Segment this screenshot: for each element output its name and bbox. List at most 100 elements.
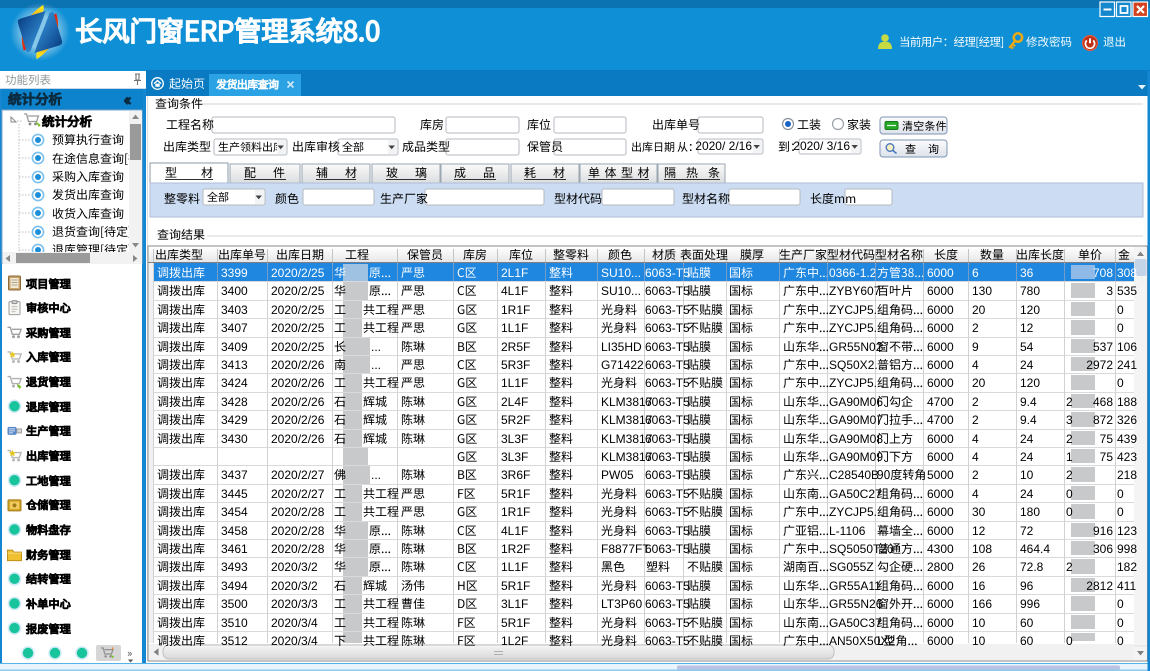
svg-text:5R1F: 5R1F	[501, 487, 530, 501]
svg-text:1R2F: 1R2F	[501, 542, 530, 556]
svg-text:1: 1	[1066, 450, 1073, 464]
svg-text:5R2F: 5R2F	[501, 413, 530, 427]
svg-text:6063-T5: 6063-T5	[645, 597, 690, 611]
svg-text:2020/2/25: 2020/2/25	[271, 340, 325, 354]
svg-text:3445: 3445	[221, 487, 248, 501]
svg-text:3494: 3494	[221, 579, 248, 593]
svg-text:24: 24	[1020, 432, 1034, 446]
svg-text:108: 108	[972, 542, 992, 556]
svg-text:ZYCJP5...: ZYCJP5...	[829, 505, 884, 519]
svg-text:GR55N26: GR55N26	[829, 597, 883, 611]
svg-text:ZYBY607: ZYBY607	[829, 284, 881, 298]
svg-text:2812: 2812	[1086, 579, 1113, 593]
svg-text:C28540B: C28540B	[829, 468, 879, 482]
svg-text:6063-T5: 6063-T5	[645, 284, 690, 298]
svg-text:916: 916	[1093, 524, 1113, 538]
svg-text:60: 60	[1020, 616, 1034, 630]
svg-text:6000: 6000	[927, 376, 954, 390]
svg-text:GA50C27: GA50C27	[829, 487, 882, 501]
svg-text:24: 24	[1020, 487, 1034, 501]
svg-text:2020/3/4: 2020/3/4	[271, 634, 318, 648]
svg-text:6063-T5: 6063-T5	[645, 542, 690, 556]
svg-text:...: ...	[371, 468, 381, 482]
svg-text:3: 3	[1066, 413, 1073, 427]
svg-text:2020/2/25: 2020/2/25	[271, 303, 325, 317]
svg-text:2020/3/3: 2020/3/3	[271, 597, 318, 611]
svg-text:120: 120	[1020, 376, 1040, 390]
svg-text:3413: 3413	[221, 358, 248, 372]
svg-text:3R6F: 3R6F	[501, 468, 530, 482]
svg-text:4700: 4700	[927, 395, 954, 409]
svg-text:GA90M06.: GA90M06.	[829, 395, 886, 409]
svg-text:1L2F: 1L2F	[501, 634, 528, 648]
svg-text:6000: 6000	[927, 321, 954, 335]
svg-text:0: 0	[1117, 616, 1124, 630]
svg-text:120: 120	[1020, 303, 1040, 317]
svg-text:GA50C37: GA50C37	[829, 616, 882, 630]
svg-text:9: 9	[972, 340, 979, 354]
svg-text:0: 0	[1066, 487, 1073, 501]
svg-text:708: 708	[1093, 266, 1113, 280]
svg-text:2020/2/25: 2020/2/25	[271, 321, 325, 335]
svg-text:2972: 2972	[1086, 358, 1113, 372]
svg-text:3430: 3430	[221, 432, 248, 446]
svg-text:1L1F: 1L1F	[501, 376, 528, 390]
svg-text:SG055Z: SG055Z	[829, 560, 874, 574]
svg-text:G71422: G71422	[601, 358, 644, 372]
svg-text:6000: 6000	[927, 487, 954, 501]
svg-text:9.4: 9.4	[1020, 395, 1037, 409]
svg-text:2020/2/25: 2020/2/25	[271, 284, 325, 298]
svg-text:3400: 3400	[221, 284, 248, 298]
svg-text:6000: 6000	[927, 340, 954, 354]
svg-text:6000: 6000	[927, 634, 954, 648]
svg-text:2020/2/26: 2020/2/26	[271, 358, 325, 372]
svg-text:1L1F: 1L1F	[501, 321, 528, 335]
svg-text:6063-T5: 6063-T5	[645, 395, 690, 409]
svg-text:2020/2/28: 2020/2/28	[271, 524, 325, 538]
svg-text:2020/2/28: 2020/2/28	[271, 542, 325, 556]
svg-text:54: 54	[1020, 340, 1034, 354]
svg-text:0: 0	[1117, 303, 1124, 317]
svg-text:ZYCJP5...: ZYCJP5...	[829, 321, 884, 335]
svg-text:2R5F: 2R5F	[501, 340, 530, 354]
svg-text:3428: 3428	[221, 395, 248, 409]
svg-text:1R1F: 1R1F	[501, 303, 530, 317]
svg-text:36: 36	[1020, 266, 1034, 280]
svg-text:6063-T5: 6063-T5	[645, 487, 690, 501]
svg-text:2: 2	[972, 321, 979, 335]
svg-text:3429: 3429	[221, 413, 248, 427]
svg-text:96: 96	[1020, 579, 1034, 593]
svg-text:2020/3/2: 2020/3/2	[271, 560, 318, 574]
svg-text:...: ...	[371, 340, 381, 354]
svg-text:24: 24	[1020, 358, 1034, 372]
svg-text:6000: 6000	[927, 303, 954, 317]
svg-text:SU10...: SU10...	[601, 284, 641, 298]
svg-text:6000: 6000	[927, 450, 954, 464]
svg-text:5R1F: 5R1F	[501, 616, 530, 630]
svg-text:3512: 3512	[221, 634, 248, 648]
svg-text:SU10...: SU10...	[601, 266, 641, 280]
svg-text:6: 6	[972, 266, 979, 280]
svg-text:72.8: 72.8	[1020, 560, 1044, 574]
svg-text:6063-T5: 6063-T5	[645, 634, 690, 648]
svg-text:308: 308	[1117, 266, 1137, 280]
svg-text:2: 2	[972, 395, 979, 409]
svg-text:188: 188	[1117, 395, 1137, 409]
svg-text:241: 241	[1117, 358, 1137, 372]
svg-text:6000: 6000	[927, 616, 954, 630]
svg-text:106: 106	[1117, 340, 1137, 354]
svg-text:3510: 3510	[221, 616, 248, 630]
svg-text:3493: 3493	[221, 560, 248, 574]
svg-text:2020/2/27: 2020/2/27	[271, 468, 325, 482]
svg-text:GA90M09.: GA90M09.	[829, 450, 886, 464]
svg-text:2: 2	[1066, 432, 1073, 446]
svg-text:326: 326	[1117, 413, 1137, 427]
svg-text:2020/2/27: 2020/2/27	[271, 487, 325, 501]
svg-text:GA90M07.: GA90M07.	[829, 413, 886, 427]
svg-text:411: 411	[1117, 579, 1136, 593]
svg-text:2020/3/4: 2020/3/4	[271, 616, 318, 630]
svg-text:6063-T5: 6063-T5	[645, 303, 690, 317]
svg-text:6000: 6000	[927, 524, 954, 538]
svg-text:3399: 3399	[221, 266, 248, 280]
svg-text:1L1F: 1L1F	[501, 560, 528, 574]
